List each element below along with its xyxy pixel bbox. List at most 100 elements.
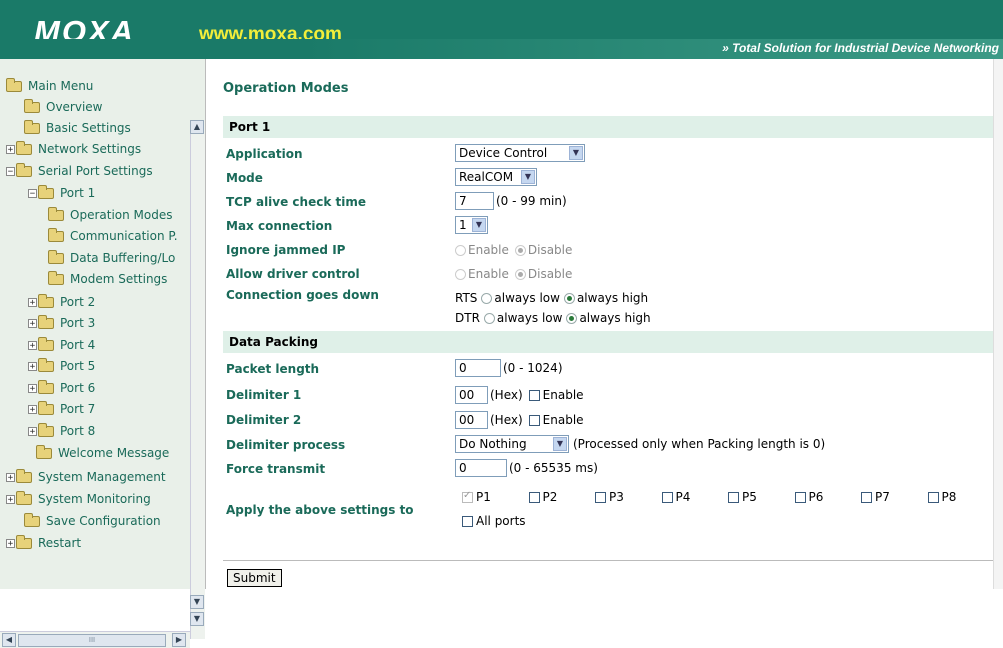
expand-icon[interactable]: +: [28, 297, 37, 307]
tree-item-port-5[interactable]: + Port 5: [28, 356, 95, 376]
tree-item-port-8[interactable]: + Port 8: [28, 421, 95, 441]
apply-port-p3-checkbox[interactable]: [595, 491, 606, 503]
tree-item-network-settings[interactable]: + Network Settings: [6, 139, 141, 159]
apply-port-p7-checkbox[interactable]: [861, 491, 872, 503]
expand-icon[interactable]: +: [6, 472, 15, 482]
tree-item-port-6[interactable]: + Port 6: [28, 378, 95, 398]
tree-item-data-buffering-lo[interactable]: Data Buffering/Lo: [48, 248, 175, 268]
apply-port-p5: P5: [728, 490, 757, 504]
delimiter2-enable-label: Enable: [542, 413, 584, 427]
expand-icon[interactable]: +: [28, 318, 37, 328]
application-select[interactable]: Device Control ▼: [455, 144, 585, 162]
allow-driver-enable-label: Enable: [468, 267, 509, 281]
tree-vertical-scrollbar[interactable]: ▲ ▼ ▼: [190, 120, 205, 639]
tree-horizontal-scrollbar[interactable]: ◀ III ▶: [0, 631, 190, 648]
tcp-alive-input[interactable]: 7: [455, 192, 494, 210]
allow-driver-enable-radio[interactable]: [455, 268, 466, 280]
application-label: Application: [226, 147, 303, 161]
rts-high-radio[interactable]: [563, 292, 575, 304]
allow-driver-disable-label: Disable: [527, 267, 573, 281]
expand-icon[interactable]: +: [28, 404, 37, 414]
collapse-icon[interactable]: −: [6, 166, 15, 176]
packet-length-input[interactable]: 0: [455, 359, 501, 377]
folder-open-icon: [16, 162, 32, 177]
expand-icon[interactable]: +: [28, 340, 37, 350]
connection-down-label: Connection goes down: [226, 288, 379, 302]
expand-icon[interactable]: +: [6, 538, 15, 548]
expand-icon[interactable]: +: [6, 144, 15, 154]
tree-item-port-4[interactable]: + Port 4: [28, 335, 95, 355]
allow-driver-disable-radio[interactable]: [514, 268, 526, 280]
apply-settings-label: Apply the above settings to: [226, 503, 414, 517]
tree-item-port-3[interactable]: + Port 3: [28, 313, 95, 333]
rts-low-radio[interactable]: [481, 292, 493, 304]
tree-item-operation-modes[interactable]: Operation Modes: [48, 205, 172, 225]
tree-item-label: Port 4: [60, 338, 96, 352]
rts-low-label: always low: [494, 291, 560, 305]
delimiter2-enable-checkbox[interactable]: [528, 414, 540, 426]
tree-item-label: Serial Port Settings: [38, 164, 153, 178]
tree-item-port-7[interactable]: + Port 7: [28, 399, 95, 419]
tree-item-port-2[interactable]: + Port 2: [28, 292, 95, 312]
scroll-thumb[interactable]: III: [18, 634, 166, 647]
force-transmit-label: Force transmit: [226, 462, 326, 476]
apply-port-p8: P8: [927, 490, 956, 504]
tree-item-main-menu[interactable]: Main Menu: [6, 76, 93, 96]
chevron-down-icon: ▼: [553, 437, 567, 451]
folder-icon: [38, 314, 54, 329]
ignore-jammed-enable-label: Enable: [468, 243, 509, 257]
folder-icon: [16, 140, 32, 155]
force-transmit-input[interactable]: 0: [455, 459, 507, 477]
scroll-down-icon[interactable]: ▼: [190, 595, 204, 609]
apply-port-p3: P3: [595, 490, 624, 504]
ignore-jammed-enable-radio[interactable]: [455, 244, 466, 256]
tree-item-overview[interactable]: Overview: [24, 97, 103, 117]
tree-item-basic-settings[interactable]: Basic Settings: [24, 118, 131, 138]
tree-item-system-monitoring[interactable]: + System Monitoring: [6, 489, 151, 509]
scroll-up-icon[interactable]: ▲: [190, 120, 204, 134]
tree-item-system-management[interactable]: + System Management: [6, 467, 166, 487]
tree-item-serial-port-settings[interactable]: − Serial Port Settings: [6, 161, 153, 181]
apply-port-p2-checkbox[interactable]: [528, 491, 540, 503]
delimiter2-input[interactable]: 00: [455, 411, 488, 429]
apply-port-p6-checkbox[interactable]: [794, 491, 806, 503]
delimiter1-input[interactable]: 00: [455, 386, 488, 404]
folder-icon: [16, 468, 32, 483]
tree-item-label: System Monitoring: [38, 492, 151, 506]
folder-icon: [24, 119, 40, 134]
tree-item-label: Basic Settings: [46, 121, 131, 135]
mode-select[interactable]: RealCOM ▼: [455, 168, 537, 186]
max-connection-select[interactable]: 1 ▼: [455, 216, 488, 234]
expand-icon[interactable]: +: [28, 383, 37, 393]
tree-item-modem-settings[interactable]: Modem Settings: [48, 269, 167, 289]
all-ports-checkbox[interactable]: [462, 515, 473, 527]
ignore-jammed-disable-radio[interactable]: [514, 244, 526, 256]
apply-port-p4: P4: [661, 490, 690, 504]
apply-port-p5-checkbox[interactable]: [728, 491, 739, 503]
scroll-right-icon[interactable]: ▶: [172, 633, 186, 647]
tree-item-restart[interactable]: + Restart: [6, 533, 81, 553]
expand-icon[interactable]: +: [28, 361, 37, 371]
tree-item-label: Operation Modes: [70, 208, 173, 222]
scroll-down-icon[interactable]: ▼: [190, 612, 204, 626]
dtr-low-radio[interactable]: [483, 312, 495, 324]
tree-item-welcome-message[interactable]: Welcome Message: [36, 443, 169, 463]
apply-port-p4-checkbox[interactable]: [661, 491, 673, 503]
scroll-left-icon[interactable]: ◀: [2, 633, 16, 647]
submit-button[interactable]: Submit: [227, 569, 282, 587]
tree-item-communication-p[interactable]: Communication P.: [48, 226, 178, 246]
page-title: Operation Modes: [223, 81, 349, 96]
folder-icon: [38, 400, 54, 415]
delimiter-process-select[interactable]: Do Nothing ▼: [455, 435, 569, 453]
delimiter1-enable-checkbox[interactable]: [528, 389, 540, 401]
collapse-icon[interactable]: −: [28, 188, 37, 198]
apply-port-label: P1: [476, 490, 491, 504]
tree-item-label: Data Buffering/Lo: [70, 251, 176, 265]
expand-icon[interactable]: +: [28, 426, 37, 436]
main-vertical-scrollbar[interactable]: [993, 59, 1003, 589]
tree-item-port-1[interactable]: − Port 1: [28, 183, 95, 203]
tree-item-save-configuration[interactable]: Save Configuration: [24, 511, 161, 531]
dtr-high-radio[interactable]: [566, 312, 578, 324]
expand-icon[interactable]: +: [6, 494, 15, 504]
apply-port-p8-checkbox[interactable]: [927, 491, 939, 503]
